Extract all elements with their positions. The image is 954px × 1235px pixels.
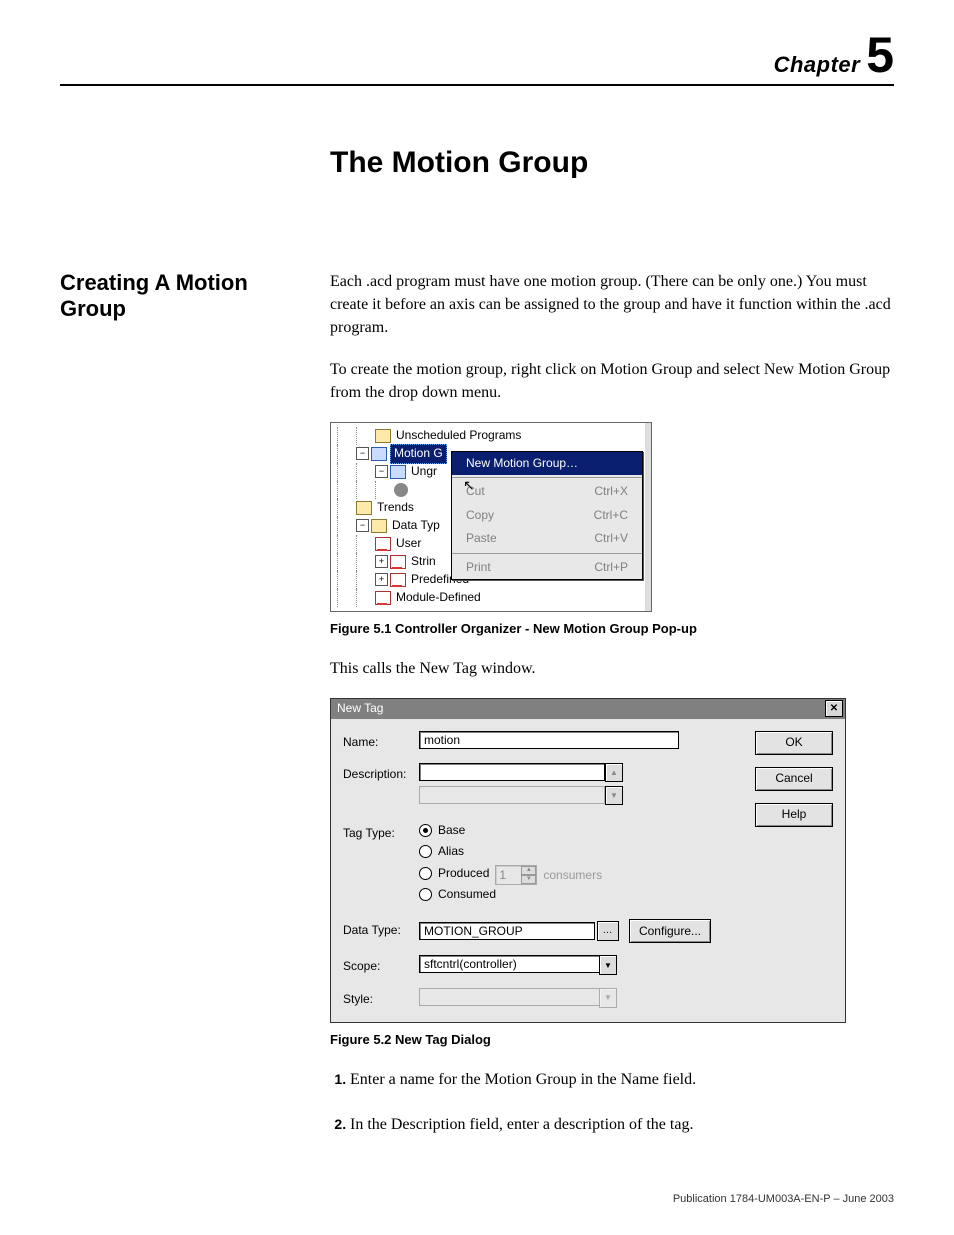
expand-icon[interactable]: + [375, 573, 388, 586]
folder-icon [390, 465, 406, 479]
menu-cut[interactable]: CutCtrl+X [452, 480, 642, 503]
browse-button[interactable]: … [597, 921, 619, 941]
consumers-label: consumers [543, 867, 602, 884]
radio-icon [419, 888, 432, 901]
spin-down-icon: ▼ [521, 875, 536, 884]
cancel-button[interactable]: Cancel [755, 767, 833, 791]
chapter-rule [60, 84, 894, 86]
step-2: In the Description field, enter a descri… [350, 1113, 894, 1136]
label-name: Name: [343, 731, 419, 751]
dialog-titlebar: New Tag ✕ [331, 699, 845, 719]
consumers-stepper: 1▲▼ [495, 865, 537, 885]
figure-5-2-caption: Figure 5.2 New Tag Dialog [330, 1031, 894, 1050]
help-button[interactable]: Help [755, 803, 833, 827]
tag-icon [390, 573, 406, 587]
menu-paste[interactable]: PasteCtrl+V [452, 527, 642, 550]
radio-icon [419, 867, 432, 880]
radio-icon [419, 824, 432, 837]
tree-item-ungrouped[interactable]: Ungr [409, 463, 439, 480]
intro-paragraph-2: To create the motion group, right click … [330, 358, 894, 404]
collapse-icon[interactable]: − [356, 447, 369, 460]
close-button[interactable]: ✕ [825, 700, 843, 717]
style-field [419, 988, 599, 1006]
name-field[interactable] [419, 731, 679, 749]
tree-item-data-types[interactable]: Data Typ [390, 517, 442, 534]
folder-icon [371, 447, 387, 461]
context-menu: New Motion Group… CutCtrl+X CopyCtrl+C P… [451, 451, 643, 580]
menu-separator [452, 477, 642, 478]
radio-icon [419, 845, 432, 858]
dialog-title: New Tag [337, 700, 383, 717]
folder-icon [375, 429, 391, 443]
section-heading: Creating A Motion Group [60, 270, 300, 322]
tag-icon [390, 555, 406, 569]
chapter-label: Chapter5 [60, 30, 894, 80]
expand-icon[interactable]: + [375, 555, 388, 568]
radio-base[interactable]: Base [419, 822, 602, 839]
axis-icon [394, 483, 408, 497]
label-style: Style: [343, 988, 419, 1008]
tree-item-strings[interactable]: Strin [409, 553, 438, 570]
tree-item-unscheduled[interactable]: Unscheduled Programs [394, 427, 523, 444]
figure-5-1-caption: Figure 5.1 Controller Organizer - New Mo… [330, 620, 894, 639]
collapse-icon[interactable]: − [375, 465, 388, 478]
configure-button[interactable]: Configure... [629, 919, 711, 943]
chapter-title: The Motion Group [330, 146, 894, 180]
tree-item-user[interactable]: User [394, 535, 423, 552]
intro-paragraph-3: This calls the New Tag window. [330, 657, 894, 680]
dropdown-icon[interactable]: ▼ [599, 955, 617, 975]
figure-5-1: Unscheduled Programs −Motion G −Ungr Tre… [330, 422, 894, 612]
scroll-up-icon[interactable]: ▲ [605, 763, 623, 782]
tag-icon [375, 537, 391, 551]
label-description: Description: [343, 763, 419, 783]
menu-copy[interactable]: CopyCtrl+C [452, 504, 642, 527]
scroll-down-icon[interactable]: ▼ [605, 786, 623, 805]
figure-5-2: New Tag ✕ Name: Description: [330, 698, 894, 1023]
scope-field[interactable] [419, 955, 599, 973]
intro-paragraph-1: Each .acd program must have one motion g… [330, 270, 894, 340]
folder-icon [371, 519, 387, 533]
radio-produced[interactable]: Produced [419, 865, 489, 882]
tree-item-trends[interactable]: Trends [375, 499, 416, 516]
radio-consumed[interactable]: Consumed [419, 886, 602, 903]
collapse-icon[interactable]: − [356, 519, 369, 532]
label-data-type: Data Type: [343, 919, 419, 939]
tree-scrollbar[interactable] [645, 423, 651, 611]
label-scope: Scope: [343, 955, 419, 975]
spin-up-icon: ▲ [521, 866, 536, 875]
radio-alias[interactable]: Alias [419, 843, 602, 860]
menu-print[interactable]: PrintCtrl+P [452, 556, 642, 579]
tree-item-module-defined[interactable]: Module-Defined [394, 589, 483, 606]
data-type-field[interactable] [419, 922, 595, 940]
label-tag-type: Tag Type: [343, 822, 419, 842]
tree-item-motion-group[interactable]: Motion G [390, 444, 447, 463]
step-1: Enter a name for the Motion Group in the… [350, 1068, 894, 1091]
menu-new-motion-group[interactable]: New Motion Group… [452, 452, 642, 475]
ok-button[interactable]: OK [755, 731, 833, 755]
folder-icon [356, 501, 372, 515]
main-column: Each .acd program must have one motion g… [330, 270, 894, 1158]
page-footer: Publication 1784-UM003A-EN-P – June 2003 [673, 1193, 894, 1205]
dropdown-icon: ▼ [599, 988, 617, 1008]
chapter-word: Chapter [774, 52, 861, 77]
chapter-number: 5 [866, 27, 894, 83]
tag-icon [375, 591, 391, 605]
menu-separator [452, 553, 642, 554]
description-field[interactable] [419, 763, 605, 781]
